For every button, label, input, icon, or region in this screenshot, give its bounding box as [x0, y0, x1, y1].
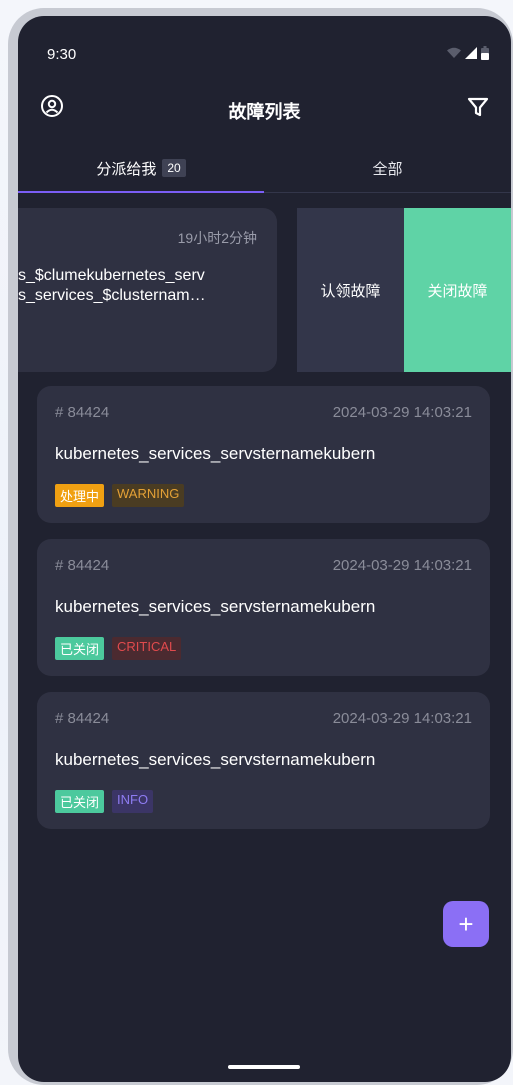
- status-badge: 处理中: [55, 484, 105, 507]
- incident-title: kubernetes_services_servsternamekubern: [55, 444, 376, 463]
- tag-row: 处理中 WARNING: [55, 484, 185, 507]
- status-icons: [447, 46, 489, 60]
- incident-time: 2024-03-29 14:03:21: [332, 710, 472, 727]
- incident-card-swiped[interactable]: 19小时2分钟 s_$clumekubernetes_serv s_servic…: [18, 208, 277, 372]
- incident-title: kubernetes_services_servsternamekubern: [55, 750, 376, 769]
- incident-id: # 84424: [55, 404, 110, 421]
- page-title: 故障列表: [228, 102, 301, 122]
- incident-title: kubernetes_services_servsternamekubern: [55, 597, 376, 616]
- incident-title: s_$clumekubernetes_serv s_services_$clus…: [18, 266, 268, 306]
- plus-icon: +: [458, 908, 474, 939]
- status-time: 9:30: [47, 46, 77, 63]
- severity-badge: CRITICAL: [112, 637, 182, 660]
- incident-title-line: s_services_$clusternam…: [18, 287, 206, 304]
- tab-label: 分派给我: [96, 160, 157, 178]
- status-badge: 已关闭: [55, 790, 105, 813]
- tab-assigned-to-me[interactable]: 分派给我 20: [18, 144, 264, 192]
- incident-title-line: s_$clumekubernetes_serv: [18, 267, 205, 284]
- filter-icon[interactable]: [467, 96, 489, 118]
- severity-badge: WARNING: [112, 484, 185, 507]
- count-badge: 20: [162, 159, 186, 177]
- tag-row: 已关闭 INFO: [55, 790, 154, 813]
- signal-icon: [465, 47, 477, 59]
- battery-icon: [481, 46, 489, 60]
- severity-badge: INFO: [112, 790, 154, 813]
- tab-label: 全部: [372, 160, 403, 178]
- incident-card[interactable]: # 84424 2024-03-29 14:03:21 kubernetes_s…: [37, 386, 490, 523]
- wifi-icon: [447, 47, 461, 58]
- incident-duration: 19小时2分钟: [177, 230, 257, 246]
- add-incident-button[interactable]: +: [443, 901, 489, 947]
- close-incident-button[interactable]: 关闭故障: [404, 208, 511, 372]
- tab-bar: 分派给我 20 全部: [18, 144, 511, 193]
- incident-id: # 84424: [55, 557, 110, 574]
- incident-id: # 84424: [55, 710, 110, 727]
- tag-row: 已关闭 CRITICAL: [55, 637, 182, 660]
- incident-time: 2024-03-29 14:03:21: [332, 557, 472, 574]
- tab-all[interactable]: 全部: [264, 144, 511, 192]
- swiped-incident-row: 19小时2分钟 s_$clumekubernetes_serv s_servic…: [18, 208, 511, 372]
- status-badge: 已关闭: [55, 637, 105, 660]
- claim-incident-button[interactable]: 认领故障: [297, 208, 404, 372]
- home-indicator[interactable]: [228, 1065, 300, 1069]
- incident-card[interactable]: # 84424 2024-03-29 14:03:21 kubernetes_s…: [37, 539, 490, 676]
- active-tab-indicator: [18, 191, 264, 193]
- app-screen: 9:30 故障列表 分派给我 20 全部 19小时2分钟 s_$clumekub…: [18, 16, 511, 1082]
- incident-card[interactable]: # 84424 2024-03-29 14:03:21 kubernetes_s…: [37, 692, 490, 829]
- incident-time: 2024-03-29 14:03:21: [332, 404, 472, 421]
